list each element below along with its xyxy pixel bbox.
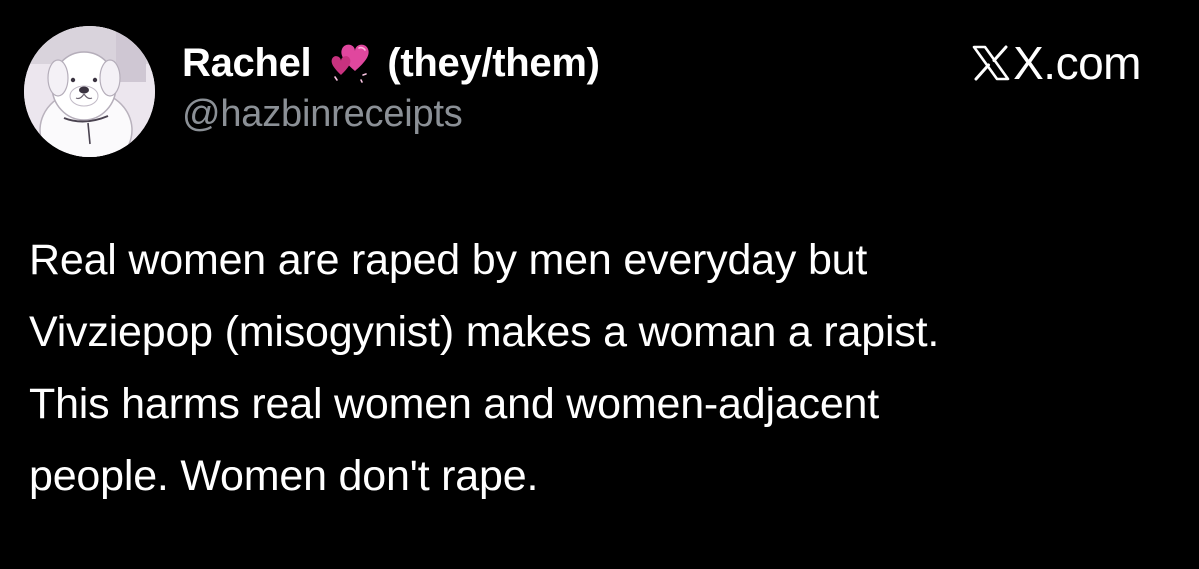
avatar[interactable] [24, 26, 155, 157]
post-text-line: This harms real women and women-adjacent [29, 380, 880, 428]
post-text-line: people. Women don't rape. [29, 452, 539, 500]
x-logo-icon [972, 45, 1010, 81]
brand-label: X.com [1013, 37, 1141, 89]
brand: X.com [971, 36, 1141, 90]
two-hearts-icon [325, 41, 373, 85]
white-dog-avatar [24, 26, 155, 157]
post-text-line: Vivziepop (misogynist) makes a woman a r… [29, 308, 940, 356]
post-card: Rachel (they/them) @hazbinreceipts X.com… [0, 0, 1199, 569]
author-handle[interactable]: @hazbinreceipts [182, 93, 463, 136]
author-display-name[interactable]: Rachel [182, 41, 312, 86]
author-pronouns: (they/them) [387, 40, 600, 85]
author-name-row: Rachel (they/them) [182, 38, 600, 88]
post-text: Real women are raped by men everyday but… [29, 224, 1179, 512]
post-text-line: Real women are raped by men everyday but [29, 236, 868, 284]
